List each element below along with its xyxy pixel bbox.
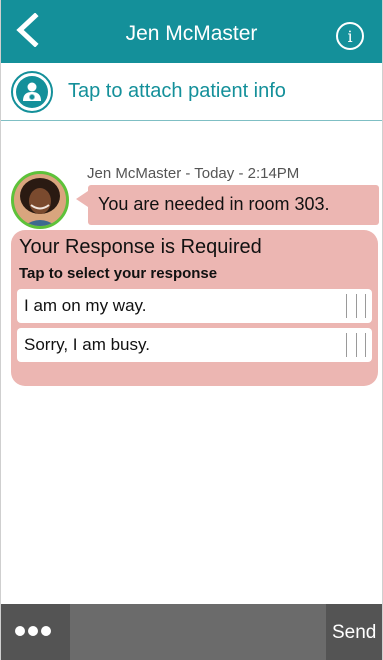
drag-handle-icon: [346, 333, 366, 357]
response-subtitle: Tap to select your response: [19, 265, 218, 282]
more-dots-icon[interactable]: [15, 626, 51, 636]
conversation-title: Jen McMaster: [125, 22, 258, 45]
avatar: [11, 171, 69, 229]
info-button[interactable]: i: [336, 22, 364, 50]
message-composer: Send: [1, 604, 382, 660]
message-meta: Jen McMaster - Today - 2:14PM: [87, 165, 300, 182]
info-icon: i: [347, 26, 353, 46]
drag-handle-icon: [346, 294, 366, 318]
response-card: Your Response is Required Tap to select …: [11, 230, 378, 386]
attach-patient-info-label: Tap to attach patient info: [68, 80, 286, 102]
message-input[interactable]: [70, 604, 326, 660]
response-option-label: I am on my way.: [24, 296, 147, 315]
patient-icon: [11, 70, 53, 113]
app-header: Jen McMaster i: [1, 0, 382, 63]
response-option-busy[interactable]: Sorry, I am busy.: [17, 328, 372, 362]
attach-patient-info-bar[interactable]: Tap to attach patient info: [1, 63, 382, 121]
response-option-on-my-way[interactable]: I am on my way.: [17, 289, 372, 323]
response-option-label: Sorry, I am busy.: [24, 335, 150, 354]
message-bubble: You are needed in room 303.: [76, 185, 379, 225]
response-title: Your Response is Required: [19, 236, 262, 258]
send-button[interactable]: Send: [332, 622, 376, 644]
